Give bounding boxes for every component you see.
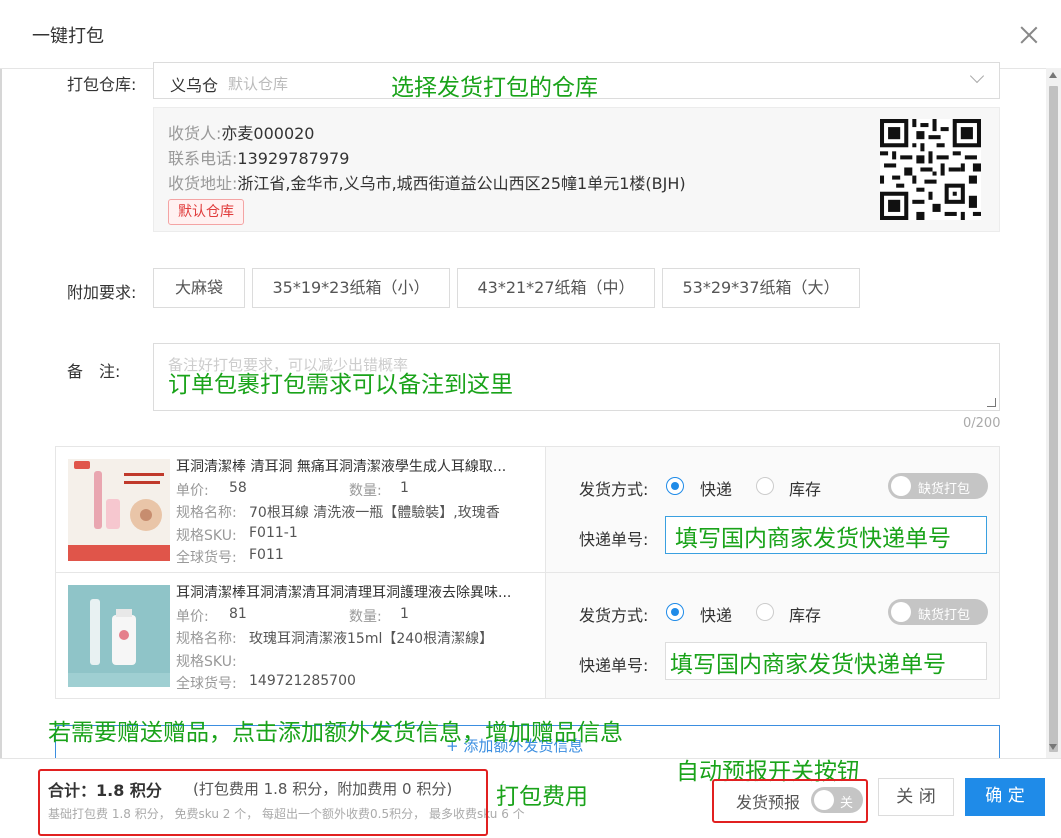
recipient-phone-row: 联系电话:13929787979 (168, 145, 349, 169)
product-spec: 玫瑰耳洞清潔液15ml【240根清潔線】 (249, 631, 494, 647)
tracking-annotation: 填写国内商家发货快递单号 (675, 526, 951, 552)
ship-method-label: 发货方式: (579, 480, 649, 499)
scroll-down-icon[interactable] (1049, 744, 1057, 750)
product-gsku: 149721285700 (249, 673, 356, 689)
product-thumbnail (68, 459, 170, 561)
radio-express[interactable] (666, 477, 684, 495)
recipient-address-row: 收货地址:浙江省,金华市,义乌市,城西街道益公山西区25幢1单元1楼(BJH) (168, 170, 686, 194)
product-title: 耳洞清潔棒 清耳洞 無痛耳洞清潔液學生成人耳線取... (176, 459, 507, 475)
remark-label: 备 注: (67, 362, 121, 381)
toggle-label: 缺货打包 (918, 482, 971, 497)
scrollbar[interactable] (1046, 68, 1061, 758)
radio-express[interactable] (666, 603, 684, 621)
recipient-card: 收货人:亦麦000020 联系电话:13929787979 收货地址:浙江省,金… (153, 107, 1000, 232)
tracking-label: 快递单号: (579, 530, 649, 549)
radio-stock[interactable] (756, 603, 774, 621)
remark-annotation: 订单包裹打包需求可以备注到这里 (168, 372, 513, 398)
product-price: 81 (229, 606, 247, 622)
recipient-address-label: 收货地址: (168, 174, 238, 193)
product-price: 58 (229, 480, 247, 496)
close-icon[interactable] (1018, 24, 1040, 46)
product-list: 耳洞清潔棒 清耳洞 無痛耳洞清潔液學生成人耳線取... 单价: 58 数量: 1… (55, 446, 1000, 699)
product-price-label: 单价: (176, 609, 209, 625)
dialog-title: 一键打包 (32, 26, 104, 47)
product-sku-label: 规格SKU: (176, 654, 237, 670)
chevron-down-icon (969, 68, 985, 84)
recipient-name-row: 收货人:亦麦000020 (168, 120, 315, 144)
product-spec-label: 规格名称: (176, 505, 237, 521)
product-qty-label: 数量: (349, 609, 382, 625)
product-qty-label: 数量: (349, 483, 382, 499)
recipient-address: 浙江省,金华市,义乌市,城西街道益公山西区25幢1单元1楼(BJH) (237, 174, 686, 193)
product-gsku-label: 全球货号: (176, 676, 237, 692)
toggle-knob (891, 602, 911, 622)
background-edge (0, 0, 2, 837)
shipping-panel: 发货方式: 快递 库存 缺货打包 快递单号: 填写国内商家发货快递单号 (546, 447, 999, 572)
warehouse-label: 打包仓库: (67, 75, 137, 94)
dialog-footer: 合计：1.8 积分 (打包费用 1.8 积分，附加费用 0 积分) 基础打包费 … (0, 758, 1061, 838)
scroll-thumb[interactable] (1049, 86, 1058, 752)
fee-highlight-box (38, 769, 488, 836)
resize-handle-icon[interactable] (987, 398, 996, 407)
warehouse-placeholder: 默认仓库 (228, 75, 289, 93)
product-row: 耳洞清潔棒 清耳洞 無痛耳洞清潔液學生成人耳線取... 单价: 58 数量: 1… (56, 447, 999, 572)
product-spec-label: 规格名称: (176, 631, 237, 647)
product-gsku-label: 全球货号: (176, 550, 237, 566)
recipient-name-label: 收货人: (168, 124, 222, 143)
scroll-up-icon[interactable] (1049, 72, 1057, 78)
extra-label: 附加要求: (67, 283, 137, 302)
qr-code-icon (880, 119, 981, 220)
toggle-label: 缺货打包 (918, 608, 971, 623)
product-title: 耳洞清潔棒耳洞清潔清耳洞清理耳洞護理液去除異味... (176, 585, 512, 601)
radio-stock[interactable] (756, 477, 774, 495)
shipping-panel: 发货方式: 快递 库存 缺货打包 快递单号: 填写国内商家发货快递单号 (546, 573, 999, 698)
option-box-medium[interactable]: 43*21*27纸箱（中） (457, 268, 655, 308)
product-sku: F011-1 (249, 525, 298, 541)
option-box-large[interactable]: 53*29*37纸箱（大） (662, 268, 860, 308)
recipient-phone: 13929787979 (237, 149, 350, 168)
product-price-label: 单价: (176, 483, 209, 499)
radio-stock-label: 库存 (789, 480, 822, 499)
forecast-label: 发货预报 (736, 793, 801, 812)
forecast-state: 关 (840, 796, 854, 811)
close-button[interactable]: 关 闭 (878, 778, 954, 816)
confirm-button[interactable]: 确 定 (965, 778, 1045, 816)
default-warehouse-tag: 默认仓库 (168, 199, 244, 225)
ship-method-label: 发货方式: (579, 606, 649, 625)
radio-stock-label: 库存 (789, 606, 822, 625)
product-gsku: F011 (249, 547, 284, 563)
radio-express-label: 快递 (700, 480, 733, 499)
gift-annotation: 若需要赠送赠品，点击添加额外发货信息，增加赠品信息 (48, 720, 623, 746)
product-qty: 1 (400, 480, 409, 496)
radio-express-label: 快递 (700, 606, 733, 625)
out-of-stock-toggle[interactable]: 缺货打包 (888, 599, 988, 625)
product-row: 耳洞清潔棒耳洞清潔清耳洞清理耳洞護理液去除異味... 单价: 81 数量: 1 … (56, 572, 999, 698)
remark-counter: 0/200 (963, 416, 1001, 431)
switch-knob (814, 790, 834, 810)
recipient-phone-label: 联系电话: (168, 149, 238, 168)
product-spec: 70根耳線 清洗液一瓶【體驗裝】,玫瑰香 (249, 505, 500, 521)
toggle-knob (891, 476, 911, 496)
dialog-header: 一键打包 (0, 0, 1061, 69)
warehouse-value: 义乌仓 (170, 76, 219, 95)
product-qty: 1 (400, 606, 409, 622)
option-box-small[interactable]: 35*19*23纸箱（小） (252, 268, 450, 308)
fee-annotation: 打包费用 (496, 784, 588, 810)
tracking-annotation: 填写国内商家发货快递单号 (670, 652, 946, 678)
product-sku-label: 规格SKU: (176, 528, 237, 544)
option-sack[interactable]: 大麻袋 (153, 268, 245, 308)
warehouse-annotation: 选择发货打包的仓库 (391, 75, 598, 101)
recipient-name: 亦麦000020 (221, 124, 315, 143)
forecast-switch[interactable]: 关 (811, 787, 863, 813)
out-of-stock-toggle[interactable]: 缺货打包 (888, 473, 988, 499)
tracking-label: 快递单号: (579, 656, 649, 675)
product-thumbnail (68, 585, 170, 687)
package-dialog: 一键打包 打包仓库: 义乌仓 默认仓库 选择发货打包的仓库 收货人:亦麦0000… (0, 0, 1061, 838)
